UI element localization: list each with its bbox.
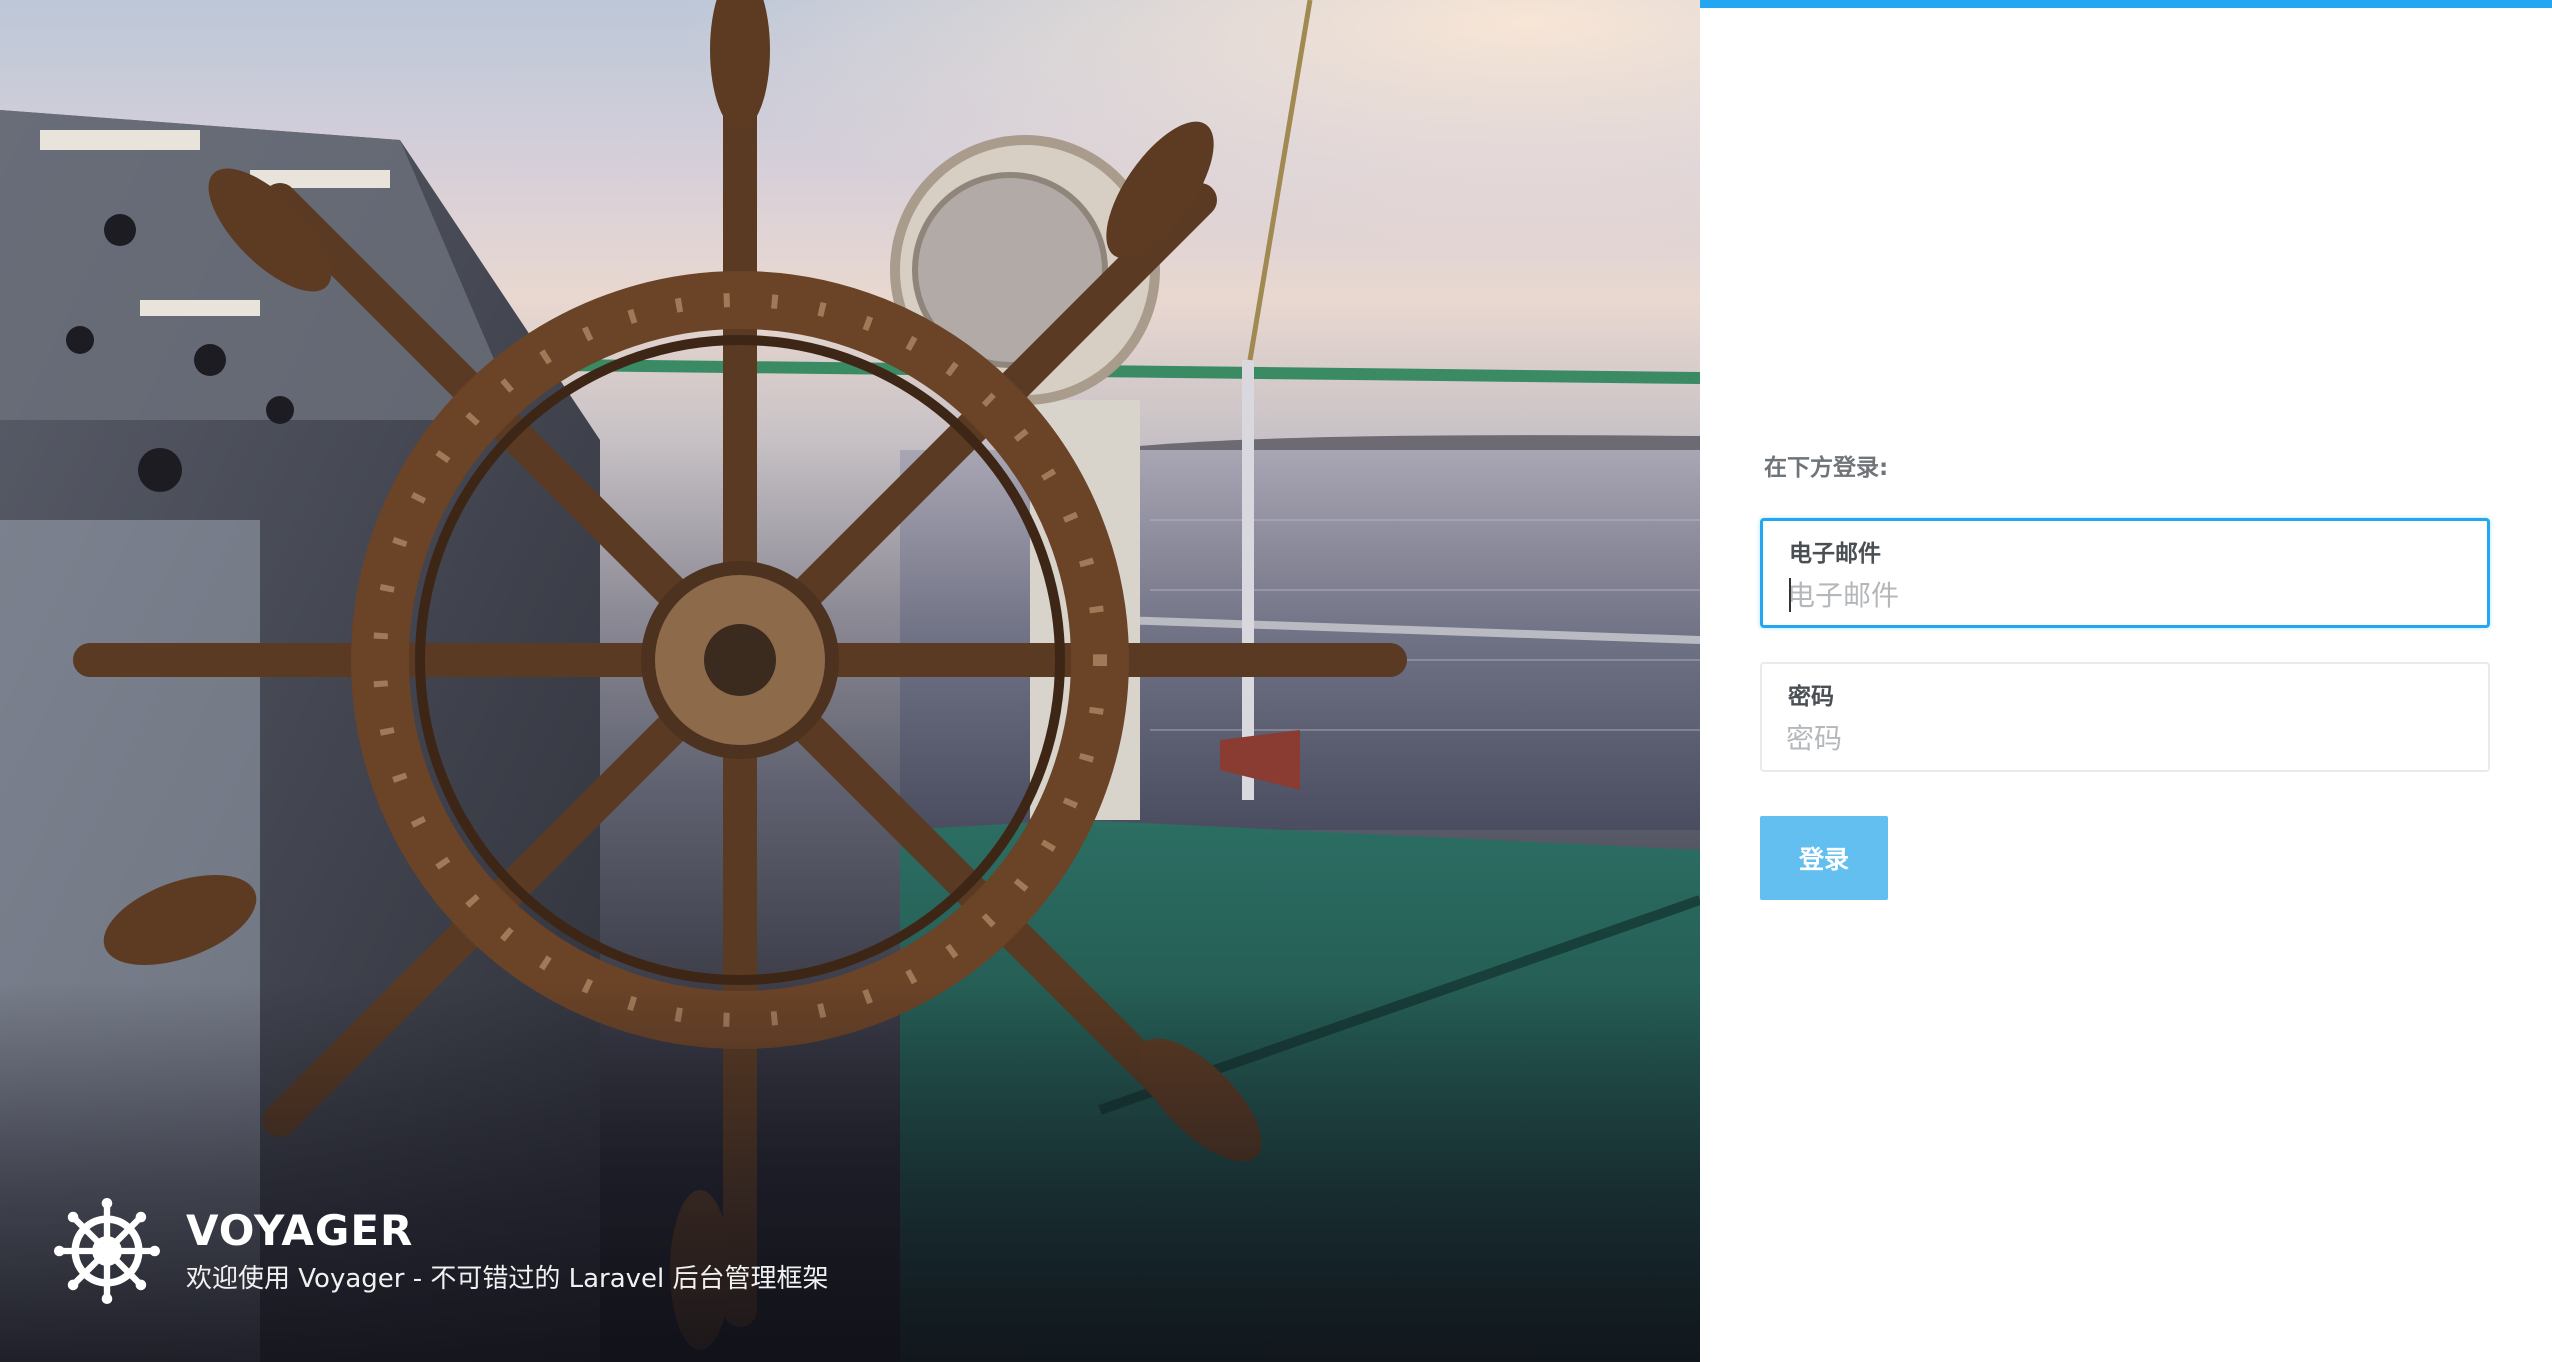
email-input[interactable] [1787, 575, 2447, 615]
brand-block: VOYAGER 欢迎使用 Voyager - 不可错过的 Laravel 后台管… [54, 1196, 829, 1306]
email-label: 电子邮件 [1789, 541, 1881, 567]
brand-text: VOYAGER 欢迎使用 Voyager - 不可错过的 Laravel 后台管… [186, 1205, 829, 1297]
login-page: VOYAGER 欢迎使用 Voyager - 不可错过的 Laravel 后台管… [0, 0, 2552, 1362]
brand-title: VOYAGER [186, 1206, 414, 1255]
login-button[interactable]: 登录 [1760, 816, 1888, 900]
password-label: 密码 [1788, 684, 1834, 710]
hero-panel: VOYAGER 欢迎使用 Voyager - 不可错过的 Laravel 后台管… [0, 0, 1700, 1362]
ship-wheel-icon [54, 1198, 160, 1304]
text-cursor [1789, 578, 1791, 612]
top-accent-bar [1700, 0, 2552, 8]
password-field-group[interactable]: 密码 [1760, 662, 2490, 772]
login-panel: 在下方登录: 电子邮件 密码 登录 [1700, 0, 2552, 1362]
login-heading: 在下方登录: [1764, 455, 1889, 481]
brand-subtitle: 欢迎使用 Voyager - 不可错过的 Laravel 后台管理框架 [186, 1264, 829, 1294]
password-input[interactable] [1786, 718, 2446, 758]
email-field-group[interactable]: 电子邮件 [1760, 518, 2490, 628]
